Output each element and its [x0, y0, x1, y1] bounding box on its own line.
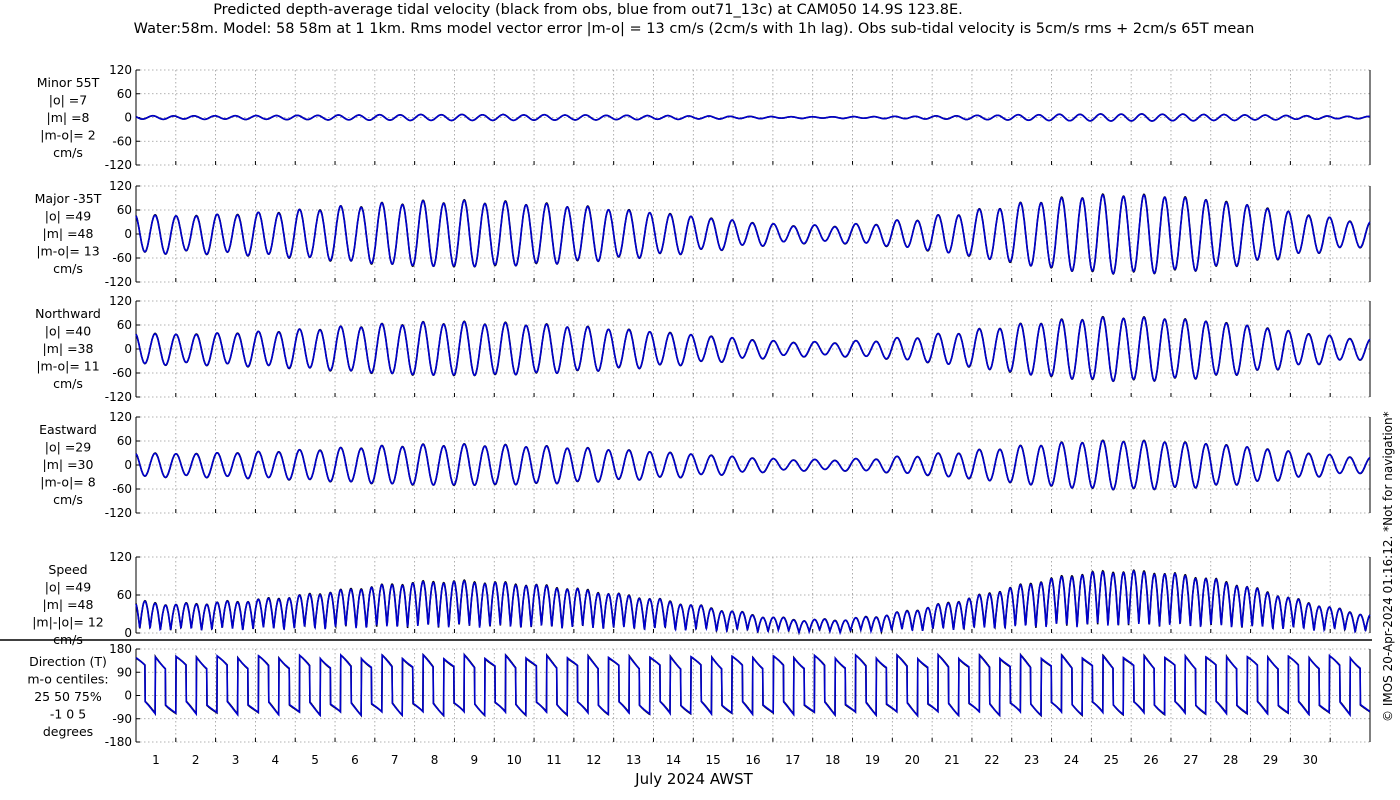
panel-label: |m-o|= 2 — [40, 128, 95, 143]
y-tick-label: 60 — [117, 318, 132, 332]
y-tick-label: -120 — [105, 158, 132, 172]
panel-label: Minor 55T — [37, 75, 100, 90]
y-tick-label: -60 — [112, 251, 132, 265]
x-tick-label: 12 — [586, 753, 601, 767]
x-axis-label: July 2024 AWST — [634, 770, 753, 788]
copyright-notice: © IMOS 20-Apr-2024 01:16:12. *Not for na… — [1381, 411, 1395, 722]
x-tick-label: 27 — [1183, 753, 1198, 767]
x-tick-label: 26 — [1143, 753, 1158, 767]
tidal-velocity-chart: Predicted depth-average tidal velocity (… — [0, 0, 1400, 800]
x-tick-label: 4 — [272, 753, 280, 767]
panel-label: degrees — [43, 724, 93, 739]
x-tick-label: 14 — [666, 753, 681, 767]
x-tick-label: 9 — [471, 753, 479, 767]
panel-label: |o| =49 — [45, 580, 91, 595]
panel-label: |m-o|= 8 — [40, 475, 95, 490]
panel-label: |o| =40 — [45, 324, 91, 339]
y-tick-label: 120 — [109, 179, 132, 193]
panel-label: cm/s — [53, 145, 83, 160]
x-tick-label: 13 — [626, 753, 641, 767]
x-tick-label: 8 — [431, 753, 439, 767]
x-tick-label: 3 — [232, 753, 240, 767]
panel-label: cm/s — [53, 632, 83, 647]
x-tick-label: 25 — [1104, 753, 1119, 767]
y-tick-label: 90 — [117, 665, 132, 679]
y-tick-label: -60 — [112, 366, 132, 380]
panel-label: Direction (T) — [29, 654, 107, 669]
y-tick-label: 0 — [124, 626, 132, 640]
x-tick-label: 21 — [944, 753, 959, 767]
y-tick-label: 60 — [117, 203, 132, 217]
panel-label: 25 50 75% — [34, 689, 102, 704]
x-tick-label: 19 — [865, 753, 880, 767]
y-tick-label: -120 — [105, 275, 132, 289]
panel-label: -1 0 5 — [50, 707, 86, 722]
y-tick-label: 0 — [124, 111, 132, 125]
panel-label: Speed — [48, 562, 87, 577]
panel-label: m-o centiles: — [27, 672, 108, 687]
y-tick-label: 60 — [117, 434, 132, 448]
panel-label: |o| =7 — [49, 93, 87, 108]
panel-label: |o| =49 — [45, 209, 91, 224]
x-tick-label: 2 — [192, 753, 200, 767]
x-tick-label: 20 — [905, 753, 920, 767]
x-tick-label: 22 — [984, 753, 999, 767]
y-tick-label: 120 — [109, 63, 132, 77]
y-tick-label: -120 — [105, 506, 132, 520]
x-tick-label: 29 — [1263, 753, 1278, 767]
y-tick-label: -90 — [112, 712, 132, 726]
y-tick-label: 120 — [109, 294, 132, 308]
panel-label: |m-o|= 13 — [36, 244, 99, 259]
x-tick-label: 10 — [507, 753, 522, 767]
y-tick-label: 60 — [117, 588, 132, 602]
x-tick-label: 28 — [1223, 753, 1238, 767]
x-tick-label: 30 — [1303, 753, 1318, 767]
y-tick-label: 0 — [124, 689, 132, 703]
panel-label: |m| =48 — [43, 597, 94, 612]
panel-label: cm/s — [53, 376, 83, 391]
panel-label: |m| =38 — [43, 341, 94, 356]
y-tick-label: 60 — [117, 87, 132, 101]
y-tick-label: -180 — [105, 735, 132, 749]
x-tick-label: 24 — [1064, 753, 1079, 767]
panel-label: cm/s — [53, 492, 83, 507]
y-tick-label: -120 — [105, 390, 132, 404]
y-tick-label: 120 — [109, 550, 132, 564]
y-tick-label: 0 — [124, 342, 132, 356]
panel-label: Northward — [35, 306, 101, 321]
y-tick-label: -60 — [112, 482, 132, 496]
y-tick-label: 0 — [124, 458, 132, 472]
x-tick-label: 6 — [351, 753, 359, 767]
y-tick-label: 180 — [109, 642, 132, 656]
x-tick-label: 15 — [706, 753, 721, 767]
x-tick-label: 7 — [391, 753, 399, 767]
x-tick-label: 23 — [1024, 753, 1039, 767]
panel-label: |m| =30 — [43, 457, 94, 472]
chart-title-line-1: Predicted depth-average tidal velocity (… — [213, 2, 963, 18]
x-tick-label: 18 — [825, 753, 840, 767]
x-tick-label: 5 — [311, 753, 319, 767]
panel-label: |m-o|= 11 — [36, 359, 99, 374]
x-tick-label: 11 — [546, 753, 561, 767]
panel-label: Eastward — [39, 422, 97, 437]
y-tick-label: 120 — [109, 410, 132, 424]
panel-label: |m|-|o|= 12 — [32, 615, 104, 630]
panel-label: |m| =48 — [43, 226, 94, 241]
panel-label: |o| =29 — [45, 440, 91, 455]
panel-label: Major -35T — [35, 191, 102, 206]
x-tick-label: 1 — [152, 753, 160, 767]
panel-label: |m| =8 — [47, 110, 90, 125]
chart-title-line-2: Water:58m. Model: 58 58m at 1 1km. Rms m… — [134, 21, 1255, 37]
panel-label: cm/s — [53, 261, 83, 276]
y-tick-label: -60 — [112, 134, 132, 148]
x-tick-label: 16 — [745, 753, 760, 767]
x-tick-label: 17 — [785, 753, 800, 767]
y-tick-label: 0 — [124, 227, 132, 241]
